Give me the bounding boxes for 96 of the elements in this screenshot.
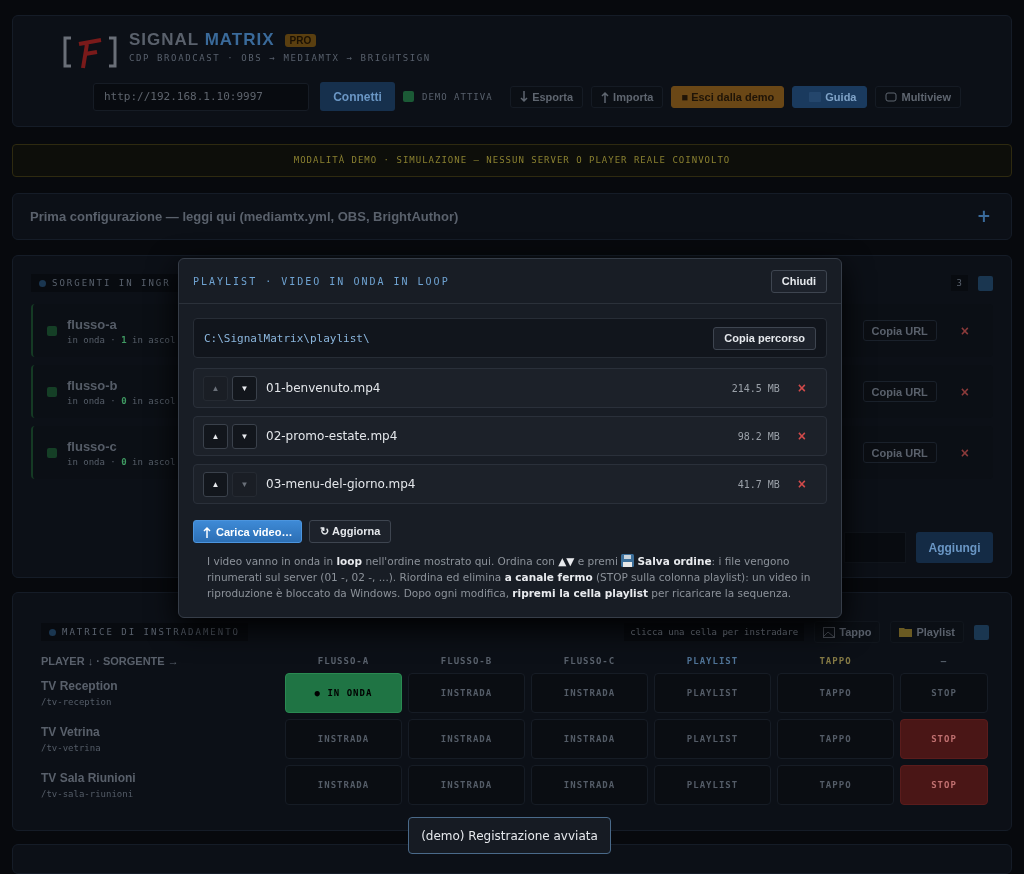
column-header: FLUSSO-C (562, 656, 617, 667)
route-cell[interactable]: TAPPO (777, 673, 894, 714)
column-header: TAPPO (818, 656, 853, 667)
source-status: in onda · 1 in ascol (67, 334, 176, 345)
panel-toggle[interactable] (978, 275, 993, 291)
route-cell[interactable]: STOP (900, 673, 988, 714)
matrix-corner-label: PLAYER ↓ · SORGENTE → (41, 655, 180, 668)
player-path: /tv-reception (41, 697, 113, 708)
demo-checkbox[interactable] (403, 91, 414, 102)
source-status: in onda · 0 in ascol (67, 456, 176, 467)
folder-path: C:\SignalMatrix\playlist\ (204, 331, 370, 345)
delete-button[interactable]: × (956, 322, 973, 339)
export-button[interactable]: Esporta (510, 85, 584, 108)
route-cell[interactable]: TAPPO (777, 765, 894, 806)
player-name: TV Reception (41, 679, 119, 694)
refresh-button[interactable]: ↻ Aggiorna (309, 520, 392, 543)
column-header: FLUSSO-B (439, 656, 494, 667)
image-icon (823, 626, 836, 638)
move-down-button[interactable]: ▼ (232, 375, 257, 401)
folder-icon (899, 627, 913, 638)
screen-icon (885, 91, 898, 102)
app-subtitle: CDP BROADCAST · OBS → MEDIAMTX → BRIGHTSIGN (129, 53, 431, 63)
matrix-hint: clicca una cella per instradare (624, 623, 805, 642)
route-cell[interactable]: PLAYLIST (654, 765, 771, 806)
source-name: flusso-b (67, 377, 119, 393)
player-path: /tv-vetrina (41, 743, 102, 754)
source-count: 3 (950, 275, 968, 292)
delete-button[interactable]: × (956, 444, 973, 461)
player-name: TV Sala Riunioni (41, 771, 137, 786)
route-cell[interactable]: INSTRADA (531, 719, 648, 760)
add-button[interactable]: Aggiungi (916, 532, 993, 564)
player-path: /tv-sala-riunioni (41, 789, 135, 800)
connect-button[interactable]: Connetti (320, 82, 395, 111)
multiview-button[interactable]: Multiview (875, 85, 961, 108)
pro-badge: PRO (284, 33, 317, 47)
expand-icon: + (976, 206, 991, 227)
route-cell[interactable]: INSTRADA (408, 765, 525, 806)
delete-button[interactable]: × (793, 476, 810, 492)
route-cell[interactable]: INSTRADA (408, 719, 525, 760)
import-button[interactable]: Importa (591, 85, 664, 108)
player-name: TV Vetrina (41, 725, 101, 740)
upload-icon (601, 90, 610, 103)
panel-title: SORGENTI IN INGR (31, 274, 179, 293)
route-cell[interactable]: INSTRADA (531, 673, 648, 714)
file-name: 02-promo-estate.mp4 (266, 429, 398, 443)
playlist-button[interactable]: Playlist (890, 621, 964, 644)
route-cell[interactable]: INSTRADA (408, 673, 525, 714)
app-title: SIGNAL MATRIX (129, 30, 275, 50)
copy-url-button[interactable]: Copia URL (862, 320, 937, 342)
file-name: 01-benvenuto.mp4 (266, 381, 381, 395)
accordion-title: Prima configurazione — leggi qui (mediamtx.yml, OBS, BrightAuthor) (30, 208, 459, 224)
setup-accordion[interactable]: Prima configurazione — leggi qui (mediamtx.yml, OBS, BrightAuthor) + (12, 192, 1012, 241)
route-cell[interactable]: INSTRADA (531, 765, 648, 806)
demo-banner: MODALITÀ DEMO · SIMULAZIONE — NESSUN SERVER O PLAYER REALE COINVOLTO (12, 144, 1012, 177)
panel-toggle[interactable] (974, 624, 989, 640)
close-button[interactable]: Chiudi (770, 269, 827, 293)
file-size: 41.7 MB (737, 478, 780, 490)
upload-button[interactable]: Carica video… (193, 520, 303, 543)
source-status: in onda · 0 in ascol (67, 395, 176, 406)
route-cell[interactable]: ● IN ONDA (285, 673, 402, 714)
file-size: 98.2 MB (737, 430, 780, 442)
guide-button[interactable]: Guida (792, 85, 868, 108)
panel-title: MATRICE DI INSTRADAMENTO (41, 623, 249, 642)
route-cell[interactable]: INSTRADA (285, 765, 402, 806)
delete-button[interactable]: × (793, 428, 810, 444)
delete-button[interactable]: × (956, 383, 973, 400)
route-cell[interactable]: STOP (900, 765, 988, 806)
copy-url-button[interactable]: Copia URL (862, 442, 937, 464)
column-header: FLUSSO-A (316, 656, 371, 667)
route-cell[interactable]: STOP (900, 719, 988, 760)
file-name: 03-menu-del-giorno.mp4 (266, 477, 416, 491)
source-name: flusso-a (67, 316, 118, 332)
demo-label: DEMO ATTIVA (422, 91, 493, 102)
toast-notification: (demo) Registrazione avviata (408, 817, 611, 854)
route-cell[interactable]: TAPPO (777, 719, 894, 760)
playlist-instructions: I video vanno in onda in loop nell'ordine mostrato qui. Ordina con ▲▼ e premi Salva ordine: i file vengono rinumerati sul server (01 -, 02 -, ...). Riordina ed elimina a canale fermo (STOP sulla colonna playlist): un video in riproduzione è bloccato da Windows. Dopo ogni modifica, ripremi la cella playlist per ricaricare la sequenza. (207, 553, 812, 601)
route-cell[interactable]: PLAYLIST (654, 719, 771, 760)
download-icon (520, 90, 529, 103)
move-up-button[interactable]: ▲ (203, 471, 228, 497)
column-header: — (939, 656, 949, 667)
delete-button[interactable]: × (793, 380, 810, 396)
source-name: flusso-c (67, 438, 118, 454)
tappo-button[interactable]: Tappo (814, 621, 881, 644)
route-cell[interactable]: PLAYLIST (654, 673, 771, 714)
column-header: PLAYLIST (685, 656, 740, 667)
move-up-button[interactable]: ▲ (203, 423, 228, 449)
upload-icon (203, 525, 211, 538)
server-url-field[interactable]: http://192.168.1.10:9997 (93, 82, 309, 111)
move-down-button[interactable]: ▼ (232, 423, 257, 449)
dialog-title: PLAYLIST · VIDEO IN ONDA IN LOOP (193, 275, 450, 287)
logo-icon (63, 34, 117, 70)
exit-demo-button[interactable]: ■ Esci dalla demo (671, 85, 785, 108)
copy-url-button[interactable]: Copia URL (862, 381, 937, 403)
file-size: 214.5 MB (731, 382, 780, 394)
copy-path-button[interactable]: Copia percorso (713, 326, 816, 350)
route-cell[interactable]: INSTRADA (285, 719, 402, 760)
